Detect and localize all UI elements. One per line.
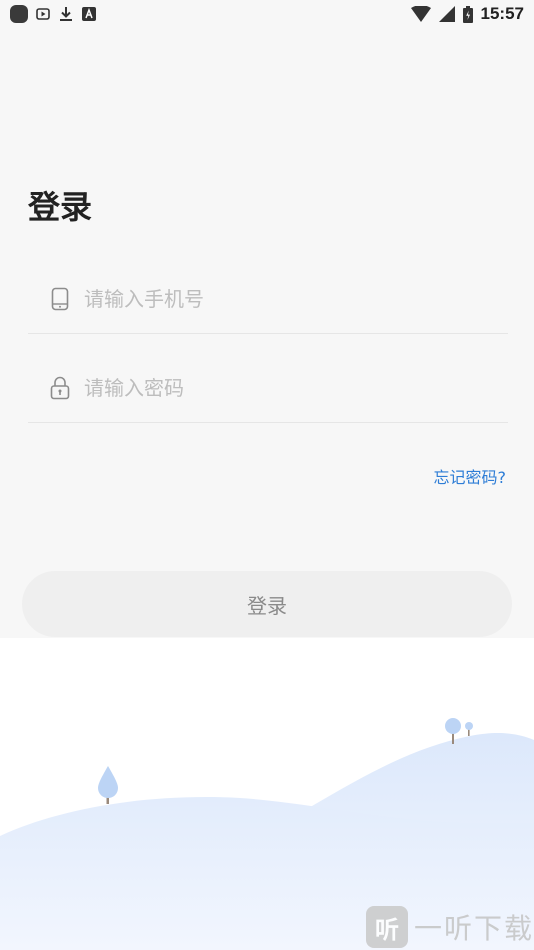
phone-icon	[48, 287, 72, 311]
wifi-icon	[410, 6, 431, 22]
page-title: 登录	[28, 188, 93, 226]
status-bar-left	[10, 5, 96, 23]
watermark: 听 一听下载	[365, 906, 534, 948]
phone-field	[28, 265, 508, 334]
media-icon	[36, 8, 50, 20]
hills-illustration	[0, 718, 534, 950]
battery-icon	[462, 5, 473, 23]
tree-icon	[98, 766, 118, 804]
lock-icon	[48, 376, 72, 400]
watermark-badge: 听	[365, 906, 408, 948]
font-icon	[82, 7, 96, 21]
landscape-illustration: 听 一听下载	[0, 638, 534, 950]
watermark-text: 一听下载	[413, 912, 534, 945]
download-icon	[60, 7, 72, 21]
signal-icon	[438, 6, 455, 22]
status-time: 15:57	[480, 4, 524, 23]
password-field	[28, 354, 508, 423]
forgot-password-link[interactable]: 忘记密码?	[434, 464, 507, 488]
app-icon	[10, 5, 28, 23]
status-bar-right: 15:57	[410, 4, 524, 24]
password-input[interactable]	[82, 375, 508, 401]
login-button[interactable]: 登录	[22, 571, 512, 637]
status-bar: 15:57	[0, 0, 534, 28]
phone-input[interactable]	[82, 286, 508, 312]
